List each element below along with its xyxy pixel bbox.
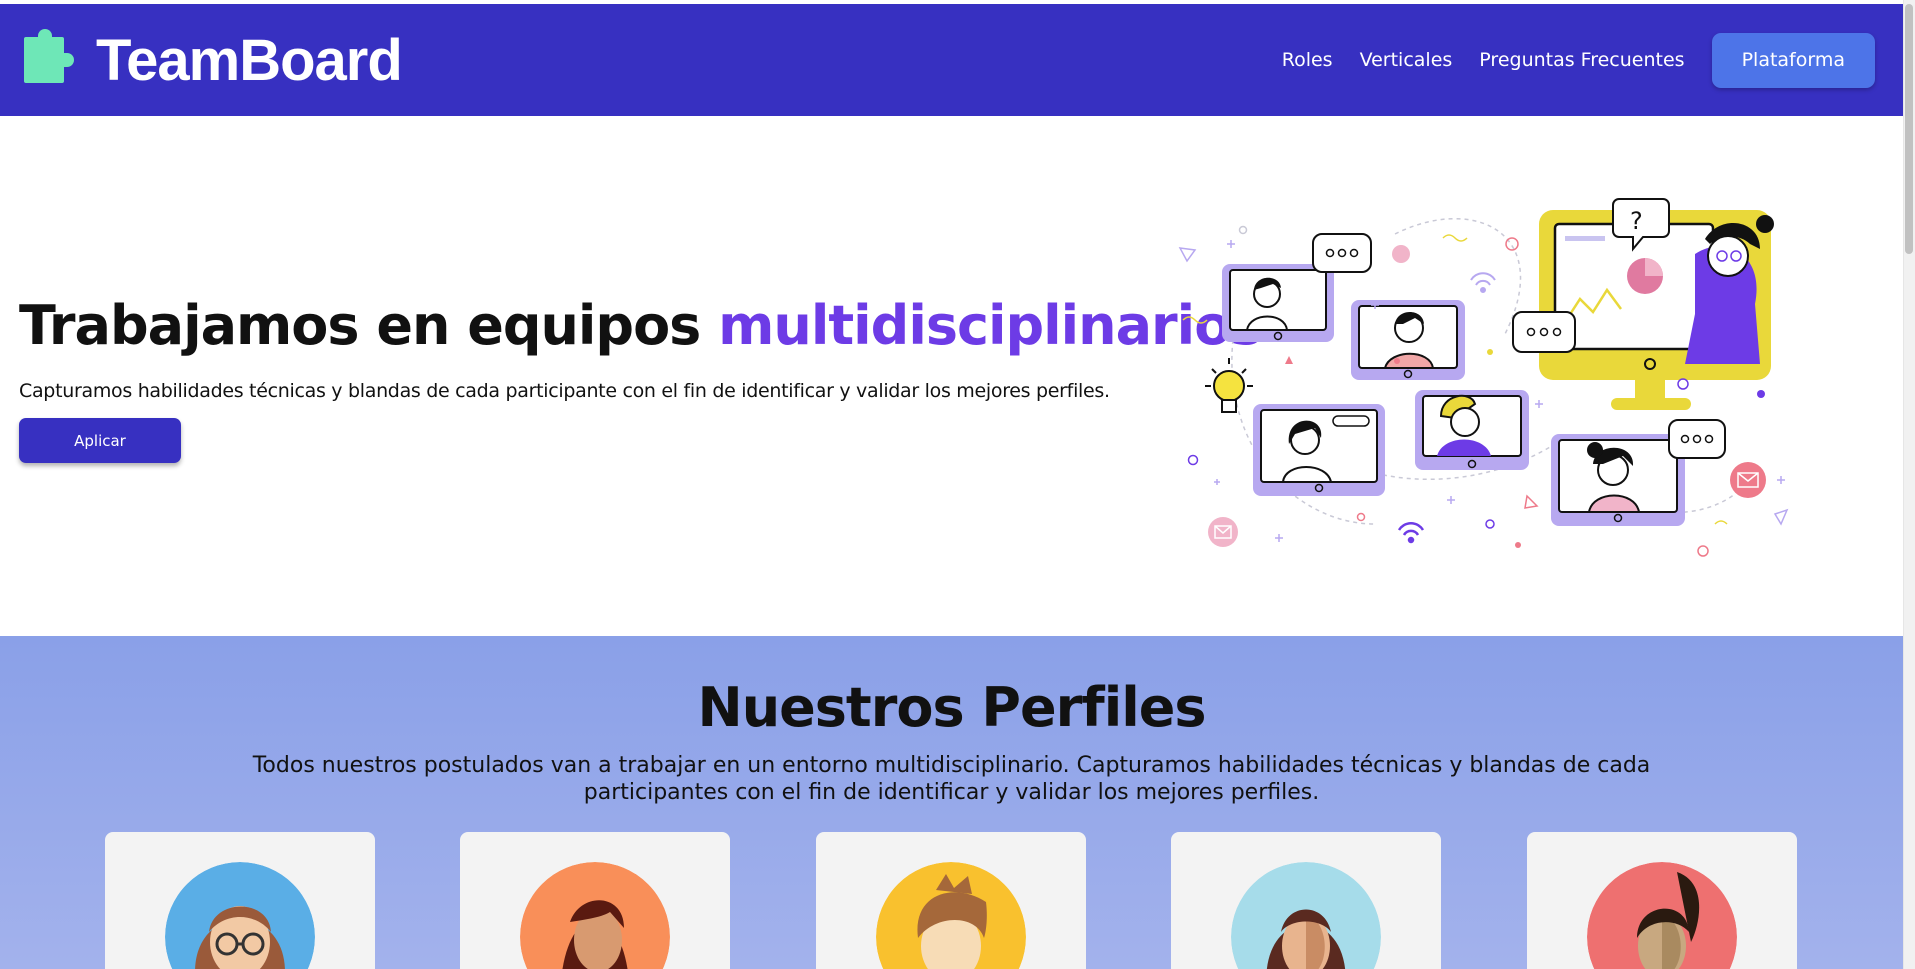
envelope-icon [1392,245,1410,263]
wifi-icon [1470,272,1496,293]
scrollbar-thumb[interactable] [1905,4,1913,254]
chat-bubble-icon [1312,233,1372,273]
nav-link-preguntas-frecuentes[interactable]: Preguntas Frecuentes [1479,49,1684,71]
page: TeamBoard Roles Verticales Preguntas Fre… [0,0,1903,969]
envelope-icon [1208,517,1238,547]
svg-text:?: ? [1630,207,1643,235]
woman-curly-hair-avatar-icon [1231,862,1381,969]
profile-card[interactable] [105,832,375,969]
hero-title: Trabajamos en equipos multidisciplinario… [19,294,1262,357]
profile-cards [105,832,1800,969]
hero-title-prefix: Trabajamos en equipos [19,294,719,357]
remote-team-video-call-illustration: ? [1178,198,1789,557]
man-brown-hair-avatar-icon [876,862,1026,969]
profiles-title: Nuestros Perfiles [697,676,1207,739]
participant-screen-3 [1253,404,1385,496]
nav-link-roles[interactable]: Roles [1282,49,1333,71]
brand-logo[interactable]: TeamBoard [24,27,403,94]
chat-bubble-icon [1668,419,1726,459]
hero-subtitle: Capturamos habilidades técnicas y blanda… [19,380,1110,402]
participant-screen-1 [1222,264,1334,342]
vertical-scrollbar[interactable] [1903,0,1915,969]
site-header: TeamBoard Roles Verticales Preguntas Fre… [0,4,1903,116]
nav-link-verticales[interactable]: Verticales [1360,49,1453,71]
woman-glasses-avatar-icon [165,862,315,969]
profile-card[interactable] [816,832,1086,969]
profiles-section: Nuestros Perfiles Todos nuestros postula… [0,636,1903,969]
participant-screen-4 [1415,390,1529,470]
woman-dark-hair-avatar-icon [520,862,670,969]
plataforma-button[interactable]: Plataforma [1711,32,1875,88]
profile-card[interactable] [460,832,730,969]
profile-card[interactable] [1171,832,1441,969]
participant-screen-5 [1551,434,1685,526]
lightbulb-icon [1205,358,1253,413]
main-nav: Roles Verticales Preguntas Frecuentes Pl… [1255,32,1875,88]
aplicar-button[interactable]: Aplicar [19,418,181,463]
puzzle-piece-icon [24,29,74,83]
brand-name: TeamBoard [96,27,403,93]
hero-section: Trabajamos en equipos multidisciplinario… [0,116,1903,636]
chat-bubble-icon [1512,311,1576,353]
envelope-icon [1730,462,1766,498]
profiles-subtitle: Todos nuestros postulados van a trabajar… [252,753,1651,805]
wifi-icon [1397,521,1425,544]
large-monitor-icon [1539,210,1774,410]
profile-card[interactable] [1527,832,1797,969]
participant-screen-2 [1351,300,1465,380]
woman-ponytail-avatar-icon [1587,862,1737,969]
